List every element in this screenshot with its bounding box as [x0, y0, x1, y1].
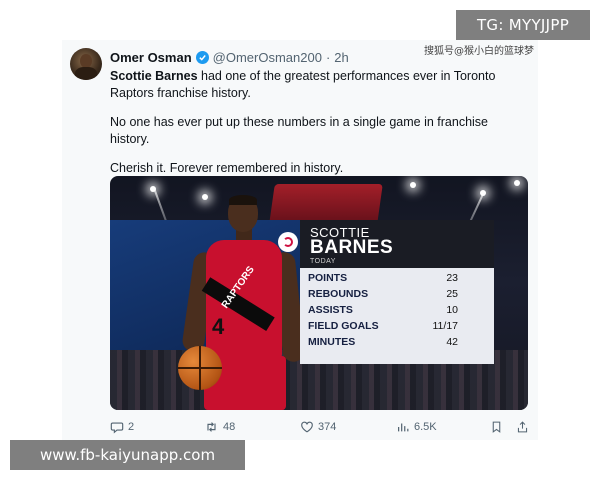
views-button[interactable]: 6.5K — [396, 420, 437, 434]
repost-icon — [207, 422, 216, 432]
views-count: 6.5K — [414, 421, 437, 433]
reply-icon — [110, 422, 124, 434]
arena-light — [514, 180, 520, 186]
share-icon — [517, 421, 528, 433]
stat-row-points: POINTS 23 — [300, 270, 494, 286]
jersey-number: 4 — [212, 314, 225, 339]
stat-label: REBOUNDS — [308, 288, 369, 300]
separator: · — [325, 50, 331, 65]
stat-value: 25 — [446, 288, 458, 300]
reply-button[interactable]: 2 — [110, 420, 134, 434]
stat-label: MINUTES — [308, 336, 356, 348]
tweet-text: Scottie Barnes had one of the greatest p… — [110, 68, 530, 190]
timestamp[interactable]: 2h — [334, 50, 348, 65]
tweet-card[interactable]: Omer Osman @OmerOsman200 · 2h Scottie Ba… — [62, 40, 538, 440]
arena-light — [410, 182, 416, 188]
stat-row-minutes: MINUTES 42 — [300, 334, 494, 350]
stat-card: SCOTTIE BARNES TODAY POINTS 23 REBOUNDS … — [278, 220, 494, 366]
repost-button[interactable]: 48 — [204, 420, 235, 434]
stat-card-subtitle: TODAY — [310, 258, 336, 265]
tg-label: TG: MYYJJPP — [456, 10, 590, 40]
reply-count: 2 — [128, 421, 135, 433]
player-last-name: BARNES — [310, 237, 394, 258]
stat-card-header: SCOTTIE BARNES TODAY — [278, 220, 494, 268]
share-button[interactable] — [516, 420, 529, 434]
sohu-watermark: 搜狐号@猴小白的篮球梦 — [424, 46, 534, 57]
stat-rows: POINTS 23 REBOUNDS 25 ASSISTS 10 FIELD G… — [300, 268, 494, 364]
tweet-line-1: Scottie Barnes had one of the greatest p… — [110, 68, 530, 101]
tweet-line-3: Cherish it. Forever remembered in histor… — [110, 161, 344, 175]
stat-row-field-goals: FIELD GOALS 11/17 — [300, 318, 494, 334]
player-mention: Scottie Barnes — [110, 69, 198, 83]
raptors-logo-icon — [278, 232, 298, 252]
views-icon — [398, 423, 409, 432]
stat-row-assists: ASSISTS 10 — [300, 302, 494, 318]
tweet-line-2: No one has ever put up these numbers in … — [110, 115, 489, 146]
site-url-label: www.fb-kaiyunapp.com — [10, 440, 245, 470]
basketball — [178, 346, 222, 390]
bookmark-button[interactable] — [490, 420, 503, 434]
verified-badge-icon — [195, 51, 209, 64]
stat-value: 11/17 — [432, 320, 459, 332]
bookmark-icon — [492, 421, 501, 433]
stat-label: ASSISTS — [308, 304, 353, 316]
display-name[interactable]: Omer Osman — [110, 50, 192, 65]
avatar[interactable] — [70, 48, 102, 80]
repost-count: 48 — [223, 421, 236, 433]
stat-value: 10 — [446, 304, 458, 316]
stat-label: FIELD GOALS — [308, 320, 379, 332]
stat-value: 23 — [446, 272, 458, 284]
heart-icon — [301, 421, 313, 433]
stat-row-rebounds: REBOUNDS 25 — [300, 286, 494, 302]
tweet-actions: 2 48 374 6.5K — [110, 420, 530, 436]
stat-value: 42 — [446, 336, 458, 348]
stat-label: POINTS — [308, 272, 348, 284]
tweet-header: Omer Osman @OmerOsman200 · 2h — [110, 50, 349, 65]
handle[interactable]: @OmerOsman200 — [213, 50, 322, 65]
tweet-media-image[interactable]: RAPTORS 4 SCOTTIE BARNES TODAY POINTS 23… — [110, 176, 528, 410]
like-count: 374 — [318, 421, 337, 433]
like-button[interactable]: 374 — [300, 420, 336, 434]
